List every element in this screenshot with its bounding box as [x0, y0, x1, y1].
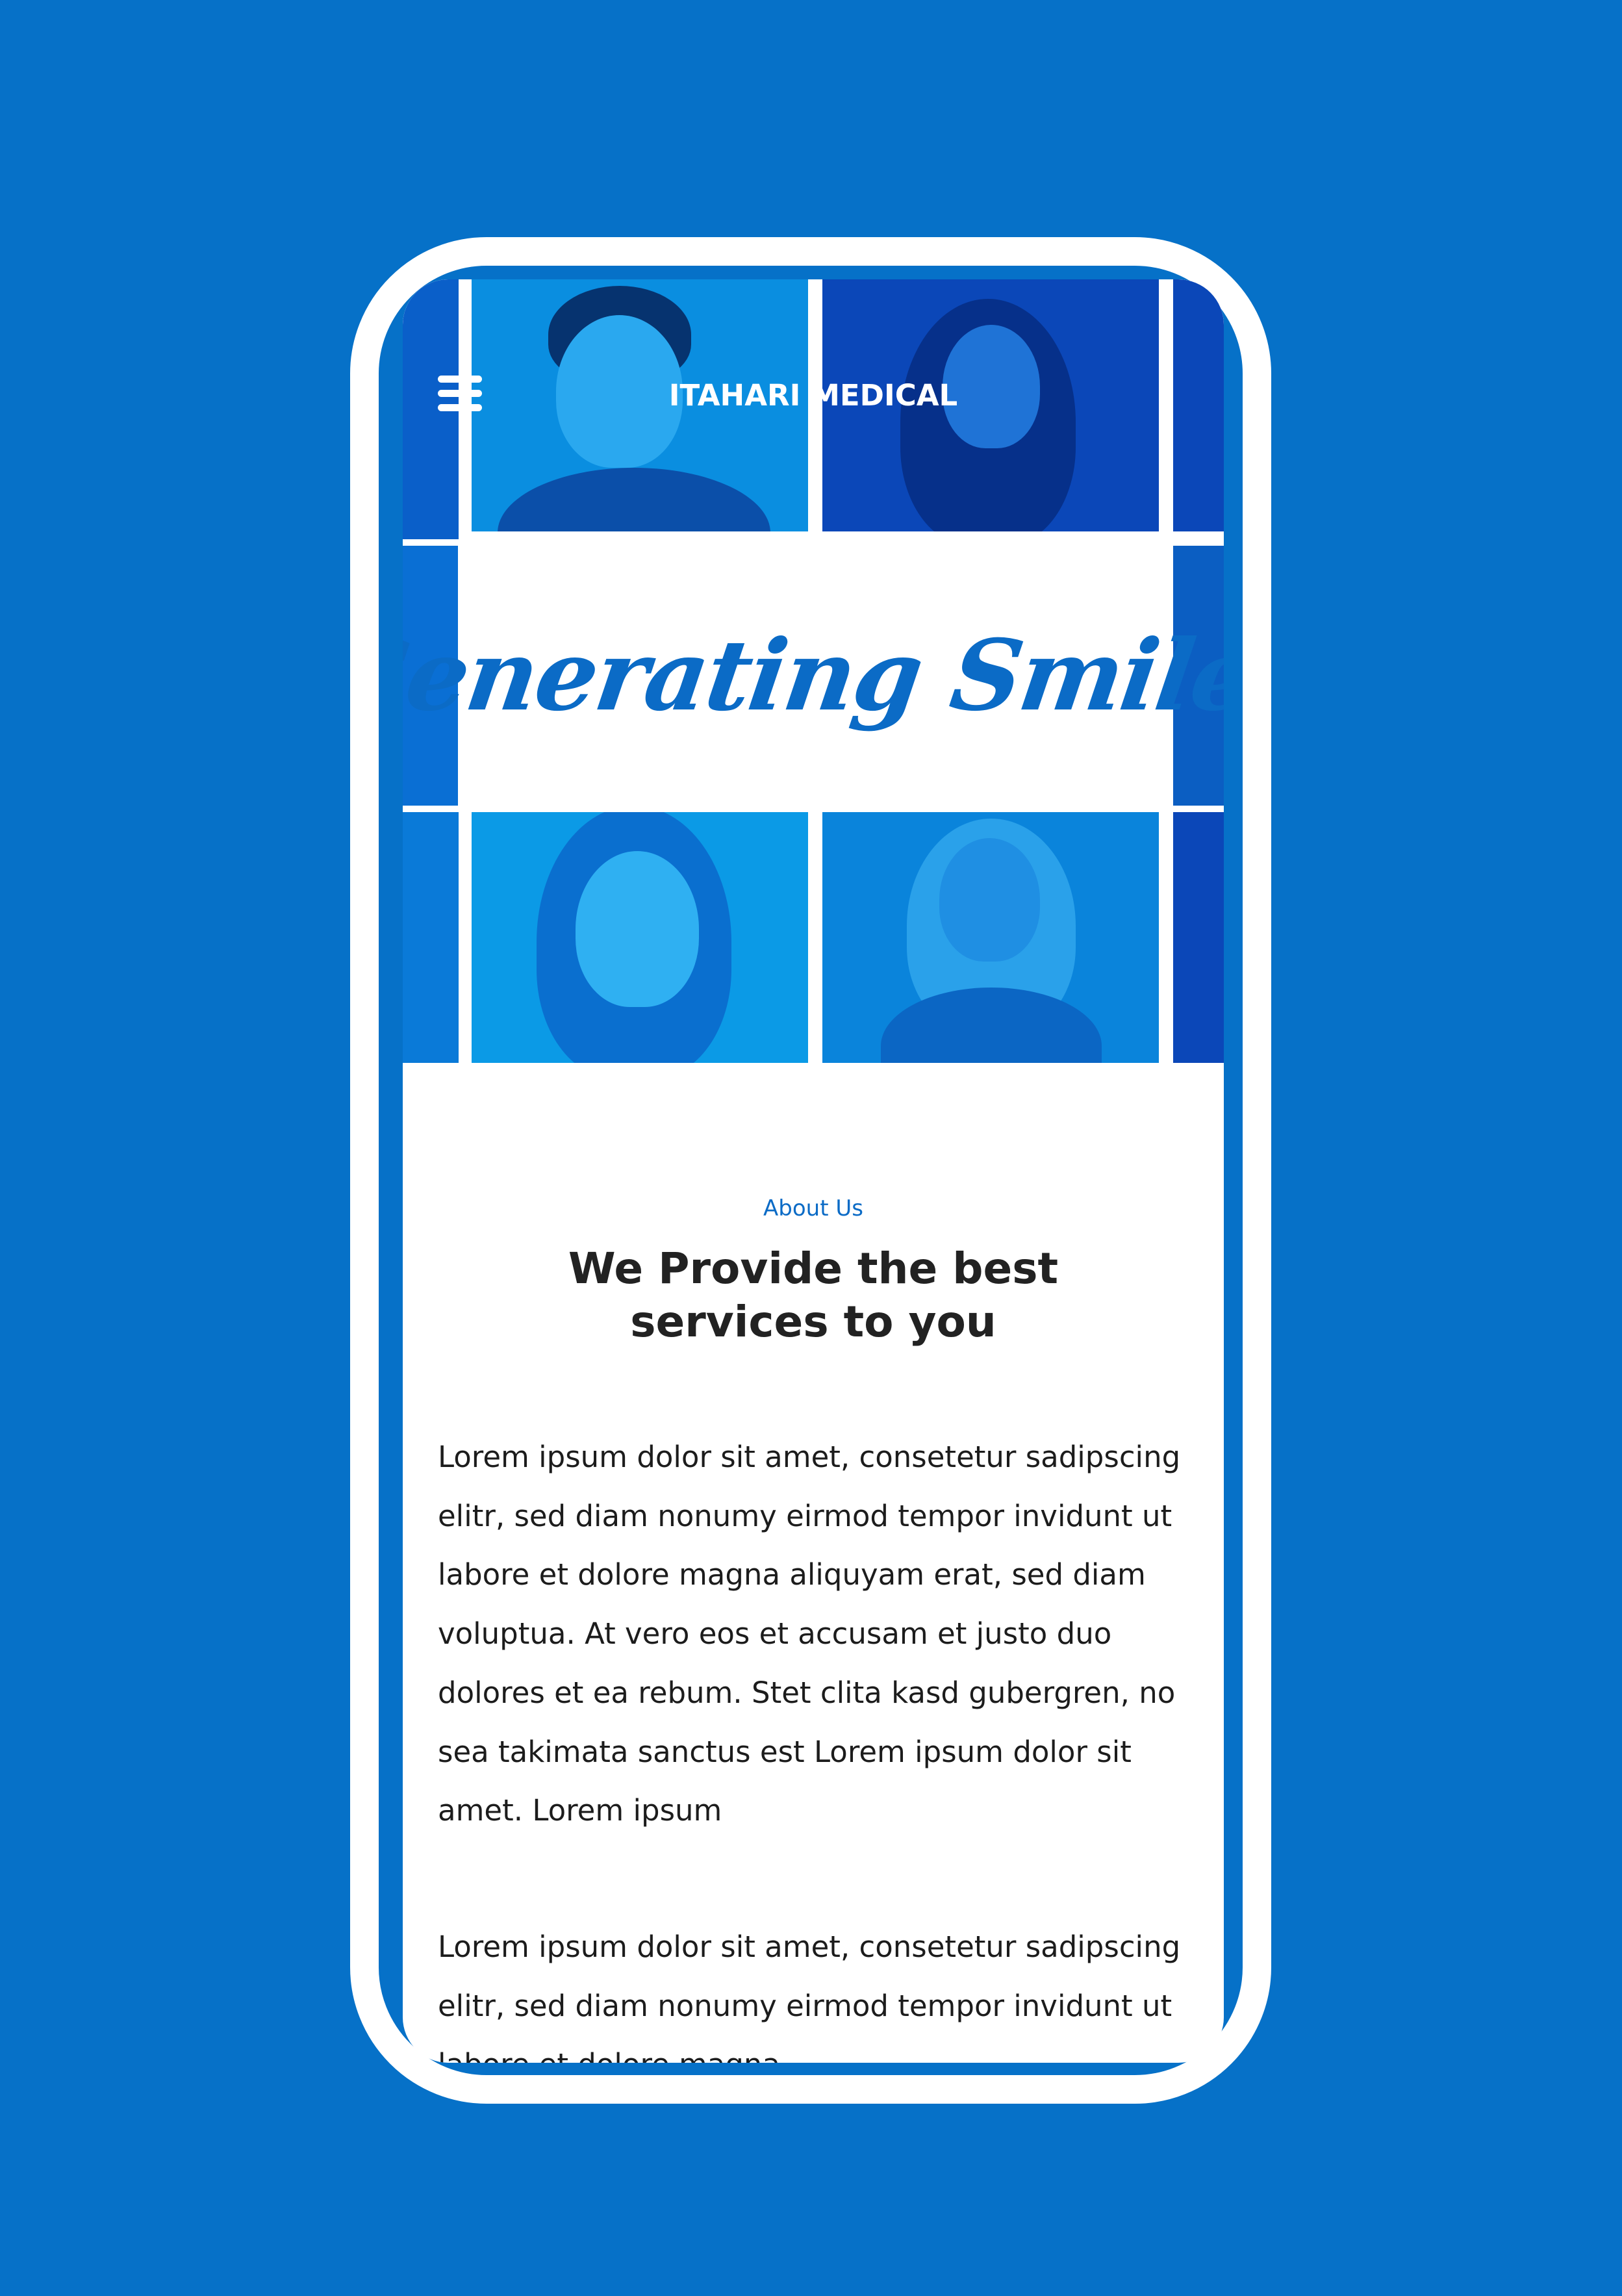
- about-heading: We Provide the best services to you: [568, 1244, 1059, 1347]
- phone-screen: Generating Smiles ITAHARI MEDICAL About …: [403, 279, 1224, 2063]
- photo-tile-right-edge-bottom: [1173, 812, 1224, 1063]
- about-eyebrow: About Us: [763, 1195, 863, 1221]
- hero-collage: Generating Smiles ITAHARI MEDICAL: [403, 279, 1224, 1063]
- photo-tile-left-edge-bottom: [403, 812, 459, 1063]
- about-paragraph-1: Lorem ipsum dolor sit amet, consetetur s…: [438, 1440, 1181, 1828]
- photo-girl: [472, 812, 808, 1063]
- hero-title: Generating Smiles: [403, 619, 1224, 733]
- brand-title: ITAHARI MEDICAL: [668, 378, 958, 413]
- about-paragraph-2: Lorem ipsum dolor sit amet, consetetur s…: [438, 1930, 1181, 2063]
- photo-woman-smiling: [822, 812, 1159, 1063]
- hero-title-box: Generating Smiles: [403, 546, 1224, 806]
